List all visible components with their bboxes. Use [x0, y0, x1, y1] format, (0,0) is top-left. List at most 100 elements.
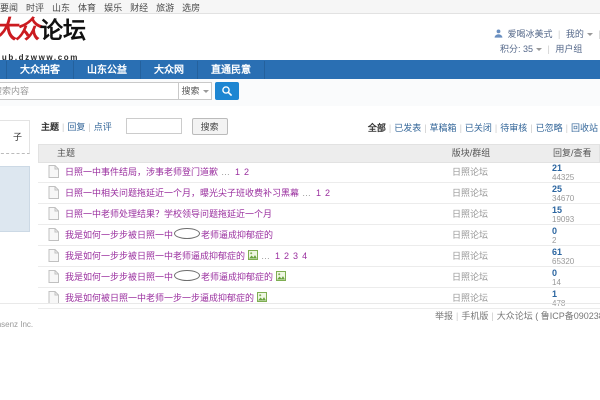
thread-file-icon: [48, 228, 59, 246]
separator: |: [566, 123, 568, 133]
page-number-link[interactable]: 2: [284, 251, 289, 261]
thread-counts: 6165320: [552, 248, 574, 266]
thread-counts: 014: [552, 269, 561, 287]
separator: |: [460, 123, 462, 133]
column-header-board: 版块/群组: [431, 145, 511, 162]
thread-counts: 2144325: [552, 164, 574, 182]
separator: |: [530, 123, 532, 133]
main-nav-item[interactable]: 直通民意: [198, 61, 265, 80]
top-nav-link[interactable]: 旅游: [156, 3, 174, 13]
thread-search-button[interactable]: 搜索: [192, 118, 228, 135]
thread-file-icon: [48, 207, 59, 225]
page-number-link[interactable]: 4: [302, 251, 307, 261]
thread-title-link[interactable]: 日照一中事件结局，涉事老师登门道歉: [65, 167, 218, 177]
status-filter-link[interactable]: 已忽略: [536, 123, 563, 133]
search-button[interactable]: [215, 82, 239, 100]
thread-search-input[interactable]: [126, 118, 182, 134]
thread-counts: 2534670: [552, 185, 574, 203]
reply-count[interactable]: 0: [552, 227, 557, 236]
sidebar-item-label[interactable]: 子: [13, 130, 22, 143]
filter-link[interactable]: 回复: [67, 122, 85, 132]
credits-link[interactable]: 积分: 35: [500, 44, 542, 54]
thread-counts: 02: [552, 227, 557, 245]
pages-ellipsis: …: [302, 188, 311, 198]
reply-count[interactable]: 1: [552, 290, 565, 299]
thread-board-link[interactable]: 日照论坛: [430, 183, 510, 203]
page-number-link[interactable]: 1: [235, 167, 240, 177]
thread-file-icon: [48, 291, 59, 309]
top-nav-link[interactable]: 时评: [26, 3, 44, 13]
main-nav-item[interactable]: 大众网: [141, 61, 198, 80]
thread-board-link[interactable]: 日照论坛: [430, 162, 510, 182]
view-count: 14: [552, 278, 561, 287]
logo-suffix: 论坛: [40, 17, 86, 43]
page-number-link[interactable]: 2: [244, 167, 249, 177]
thread-board-link[interactable]: 日照论坛: [430, 225, 510, 245]
thread-title-cell: 日照一中老师处理结果？学校领导问题拖延近一个月: [65, 204, 272, 224]
search-scope-select[interactable]: 搜索: [178, 82, 212, 100]
thread-board-link[interactable]: 日照论坛: [430, 288, 510, 308]
thread-row: 日照一中老师处理结果？学校领导问题拖延近一个月日照论坛1519093: [38, 204, 600, 225]
thread-title-cell: 日照一中事件结局，涉事老师登门道歉… 12: [65, 162, 251, 182]
filter-row: 主题|回复|点评 搜索 全部|已发表|草稿箱|已关闭|待审核|已忽略|回收站: [38, 118, 600, 138]
top-nav-link[interactable]: 要闻: [0, 3, 18, 13]
thread-title-link[interactable]: 我是如何一步步被日照一中老师逼成抑郁症的: [65, 272, 273, 282]
top-nav-link[interactable]: 选房: [182, 3, 200, 13]
status-filter-link[interactable]: 已关闭: [465, 123, 492, 133]
thread-row: 我是如何一步步被日照一中老师逼成抑郁症的…1234日照论坛6165320: [38, 246, 600, 267]
thread-board-link[interactable]: 日照论坛: [430, 204, 510, 224]
filter-link[interactable]: 点评: [94, 122, 112, 132]
thread-file-icon: [48, 186, 59, 204]
forum-page: 要闻时评山东体育娱乐财经旅游选房 大众论坛 club.dzwww.com 爱喝冰…: [0, 0, 600, 400]
thread-title-link[interactable]: 我是如何一步步被日照一中老师逼成抑郁症的: [65, 230, 273, 240]
page-number-link[interactable]: 2: [325, 188, 330, 198]
status-filter-link[interactable]: 回收站: [571, 123, 598, 133]
status-filter-link[interactable]: 草稿箱: [430, 123, 457, 133]
status-filter-link[interactable]: 已发表: [394, 123, 421, 133]
thread-file-icon: [48, 165, 59, 183]
top-nav-link[interactable]: 娱乐: [104, 3, 122, 13]
separator: |: [456, 311, 458, 321]
thread-title-link[interactable]: 日照一中老师处理结果？学校领导问题拖延近一个月: [65, 209, 272, 219]
reply-count[interactable]: 0: [552, 269, 561, 278]
my-menu[interactable]: 我的: [566, 29, 593, 39]
main-nav: 大众拍客山东公益大众网直通民意: [0, 60, 600, 79]
thread-title-cell: 我是如何一步步被日照一中老师逼成抑郁症的: [65, 267, 286, 288]
filter-link[interactable]: 主题: [41, 122, 59, 132]
top-nav-link[interactable]: 山东: [52, 3, 70, 13]
footer-link[interactable]: 举报: [435, 311, 453, 321]
thread-title-cell: 我是如何一步步被日照一中老师逼成抑郁症的: [65, 225, 273, 245]
thread-title-link[interactable]: 我是如何一步步被日照一中老师逼成抑郁症的: [65, 251, 245, 261]
pages-ellipsis: …: [221, 167, 230, 177]
page-number-link[interactable]: 1: [316, 188, 321, 198]
username-link[interactable]: 爱喝冰美式: [508, 29, 553, 39]
column-header-replies: 回复/查看: [553, 145, 592, 162]
reply-count[interactable]: 21: [552, 164, 574, 173]
reply-count[interactable]: 25: [552, 185, 574, 194]
top-nav-link[interactable]: 财经: [130, 3, 148, 13]
top-nav-link[interactable]: 体育: [78, 3, 96, 13]
thread-board-link[interactable]: 日照论坛: [430, 267, 510, 287]
page-number-link[interactable]: 1: [275, 251, 280, 261]
thread-title-link[interactable]: 日照一中相关问题拖延近一个月，曝光尖子班收费补习黑幕: [65, 188, 299, 198]
reply-count[interactable]: 15: [552, 206, 574, 215]
my-menu-label: 我的: [566, 29, 584, 39]
main-nav-item[interactable]: 山东公益: [74, 61, 141, 80]
view-count: 34670: [552, 194, 574, 203]
copyright-credit: omsenz Inc.: [0, 320, 33, 329]
thread-board-link[interactable]: 日照论坛: [430, 246, 510, 266]
search-input[interactable]: [0, 82, 179, 100]
chevron-down-icon: [203, 90, 209, 93]
usergroup-link[interactable]: 用户组: [555, 44, 582, 54]
thread-title-link[interactable]: 我是如何被日照一中老师一步一步逼成抑郁症的: [65, 293, 254, 303]
site-header: 大众论坛 club.dzwww.com 爱喝冰美式 | 我的 | 设置 | 消息…: [0, 14, 600, 60]
main-nav-item[interactable]: 大众拍客: [6, 61, 74, 80]
reply-count[interactable]: 61: [552, 248, 574, 257]
status-filter-link[interactable]: 待审核: [500, 123, 527, 133]
footer-link[interactable]: 手机版: [461, 311, 488, 321]
sidebar-panel-lower: [0, 166, 30, 232]
separator: |: [424, 123, 426, 133]
status-filter-link[interactable]: 全部: [368, 123, 386, 133]
chevron-down-icon: [536, 48, 542, 51]
page-number-link[interactable]: 3: [293, 251, 298, 261]
